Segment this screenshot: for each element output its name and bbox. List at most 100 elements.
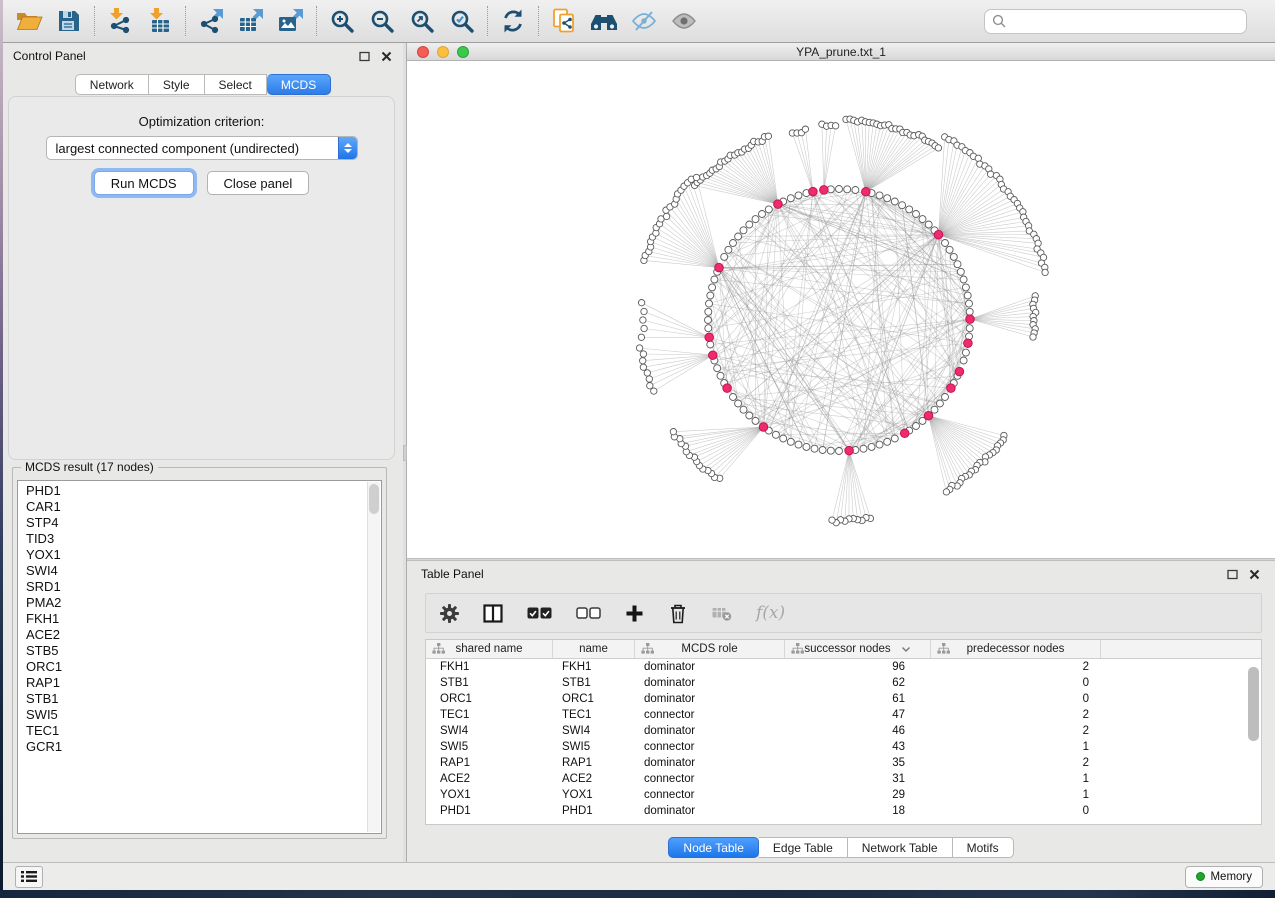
network-node[interactable] (646, 376, 652, 382)
mcds-hub-node[interactable] (809, 187, 818, 196)
table-row[interactable]: SWI5SWI5connector431 (426, 739, 1261, 755)
column-header-shared-name[interactable]: shared name (426, 640, 553, 658)
mcds-hub-node[interactable] (862, 188, 871, 197)
network-node[interactable] (919, 216, 926, 223)
mcds-list-scrollbar[interactable] (367, 482, 380, 832)
cell-name[interactable]: ACE2 (553, 773, 635, 785)
network-node[interactable] (705, 308, 712, 315)
network-node[interactable] (759, 211, 766, 218)
network-node[interactable] (787, 438, 794, 445)
network-node[interactable] (730, 240, 737, 247)
cell-successor-nodes[interactable]: 31 (785, 773, 931, 785)
network-node[interactable] (964, 292, 971, 299)
cell-MCDS-role[interactable]: connector (635, 773, 785, 785)
network-node[interactable] (891, 198, 898, 205)
mcds-hub-node[interactable] (715, 263, 724, 272)
mcds-result-item[interactable]: STB1 (26, 691, 367, 707)
network-node[interactable] (819, 447, 826, 454)
network-node[interactable] (735, 400, 742, 407)
cell-successor-nodes[interactable]: 46 (785, 725, 931, 737)
cell-successor-nodes[interactable]: 96 (785, 661, 931, 673)
memory-button[interactable]: Memory (1185, 866, 1263, 888)
table-row[interactable]: YOX1YOX1connector291 (426, 787, 1261, 803)
scrollbar-thumb[interactable] (369, 484, 379, 514)
cell-predecessor-nodes[interactable]: 2 (931, 757, 1101, 769)
tab-select[interactable]: Select (205, 74, 267, 95)
network-node[interactable] (709, 284, 716, 291)
import-network-button[interactable] (100, 3, 140, 39)
network-node[interactable] (966, 308, 973, 315)
network-node[interactable] (795, 441, 802, 448)
cell-shared-name[interactable]: RAP1 (426, 757, 553, 769)
network-node[interactable] (899, 202, 906, 209)
network-node[interactable] (876, 441, 883, 448)
function-builder-button-disabled[interactable]: f(x) (756, 603, 785, 623)
network-node[interactable] (931, 406, 938, 413)
mcds-hub-node[interactable] (966, 315, 975, 324)
network-node[interactable] (913, 211, 920, 218)
open-session-button[interactable] (9, 3, 49, 39)
import-table-button[interactable] (140, 3, 180, 39)
network-node[interactable] (730, 394, 737, 401)
mcds-hub-node[interactable] (820, 186, 829, 195)
tab-motifs[interactable]: Motifs (953, 837, 1014, 858)
mcds-hub-node[interactable] (947, 384, 956, 393)
cell-shared-name[interactable]: ACE2 (426, 773, 553, 785)
network-node[interactable] (832, 123, 838, 129)
mcds-result-item[interactable]: FKH1 (26, 611, 367, 627)
export-network-button[interactable] (191, 3, 231, 39)
cell-name[interactable]: PHD1 (553, 805, 635, 817)
mcds-result-item[interactable]: YOX1 (26, 547, 367, 563)
mcds-hub-node[interactable] (723, 384, 732, 393)
column-header-name[interactable]: name (553, 640, 635, 658)
network-node[interactable] (746, 412, 753, 419)
cell-shared-name[interactable]: STB1 (426, 677, 553, 689)
table-row[interactable]: ORC1ORC1dominator610 (426, 691, 1261, 707)
mcds-result-item[interactable]: TEC1 (26, 723, 367, 739)
tab-mcds[interactable]: MCDS (267, 74, 331, 95)
network-node[interactable] (640, 358, 646, 364)
network-node[interactable] (811, 445, 818, 452)
zoom-in-button[interactable] (322, 3, 362, 39)
network-node[interactable] (787, 195, 794, 202)
cell-name[interactable]: YOX1 (553, 789, 635, 801)
table-settings-button[interactable] (440, 604, 459, 623)
network-node[interactable] (935, 145, 941, 151)
mcds-hub-node[interactable] (759, 423, 768, 432)
create-column-button[interactable] (625, 604, 644, 623)
cell-successor-nodes[interactable]: 43 (785, 741, 931, 753)
clone-network-button[interactable] (544, 3, 584, 39)
first-neighbors-button[interactable] (584, 3, 624, 39)
table-row[interactable]: SWI4SWI4dominator462 (426, 723, 1261, 739)
table-row[interactable]: TEC1TEC1connector472 (426, 707, 1261, 723)
network-node[interactable] (966, 300, 973, 307)
column-header-MCDS-role[interactable]: MCDS role (635, 640, 785, 658)
network-node[interactable] (638, 300, 644, 306)
mcds-result-item[interactable]: GCR1 (26, 739, 367, 755)
cell-predecessor-nodes[interactable]: 0 (931, 693, 1101, 705)
network-node[interactable] (913, 423, 920, 430)
network-node[interactable] (950, 253, 957, 260)
network-node[interactable] (641, 325, 647, 331)
cell-name[interactable]: SWI5 (553, 741, 635, 753)
cell-shared-name[interactable]: SWI4 (426, 725, 553, 737)
column-header-successor-nodes[interactable]: successor nodes (785, 640, 931, 658)
network-node[interactable] (707, 341, 714, 348)
network-node[interactable] (884, 438, 891, 445)
float-panel-icon[interactable] (358, 50, 371, 63)
network-node[interactable] (860, 445, 867, 452)
cell-successor-nodes[interactable]: 35 (785, 757, 931, 769)
network-node[interactable] (966, 325, 973, 332)
network-node[interactable] (663, 213, 669, 219)
network-node[interactable] (644, 370, 650, 376)
cell-successor-nodes[interactable]: 62 (785, 677, 931, 689)
mcds-hub-node[interactable] (705, 333, 714, 342)
network-node[interactable] (829, 517, 835, 523)
search-input[interactable] (1011, 14, 1239, 28)
mcds-hub-node[interactable] (924, 411, 933, 420)
cell-predecessor-nodes[interactable]: 1 (931, 741, 1101, 753)
cell-shared-name[interactable]: ORC1 (426, 693, 553, 705)
mcds-hub-node[interactable] (709, 351, 718, 360)
tab-network-table[interactable]: Network Table (848, 837, 953, 858)
network-node[interactable] (772, 431, 779, 438)
